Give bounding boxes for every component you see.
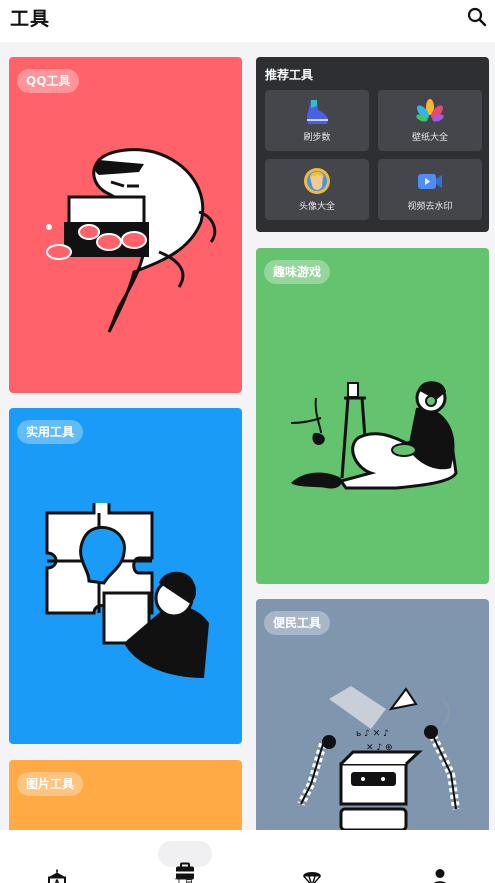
rec-item-wallpapers[interactable]: 壁纸大全 — [378, 90, 482, 151]
avatar-icon — [304, 168, 330, 194]
page-title: 工具 — [10, 8, 51, 30]
search-icon[interactable] — [466, 6, 488, 28]
puzzle-person-illustration — [45, 503, 209, 678]
fun-games-label: 趣味游戏 — [264, 260, 331, 284]
tab-circus[interactable] — [46, 853, 68, 883]
practical-tools-label: 实用工具 — [17, 420, 84, 444]
header: 工具 — [0, 0, 495, 42]
shark-illustration — [46, 148, 217, 333]
recommended-tools-panel: 推荐工具 刷步数 壁纸大全 头像大全 视频去水印 — [256, 57, 489, 232]
rec-item-label: 刷步数 — [303, 133, 331, 143]
qq-tools-label: QQ工具 — [17, 69, 80, 93]
flower-icon — [416, 99, 444, 122]
rec-item-label: 壁纸大全 — [411, 133, 448, 143]
svg-text:ь ♪ ✕ ♪: ь ♪ ✕ ♪ — [356, 729, 389, 739]
rec-item-label: 视频去水印 — [407, 202, 453, 212]
image-tools-label: 图片工具 — [17, 772, 84, 796]
image-tools-card[interactable]: 图片工具 — [9, 760, 242, 830]
gamer-illustration — [290, 381, 458, 490]
fun-games-card[interactable]: 趣味游戏 — [256, 248, 489, 584]
sneaker-icon — [307, 100, 328, 124]
convenience-tools-card[interactable]: 便民工具 ь ♪ ✕ ♪ ✕ ♪ ⊕ — [256, 599, 489, 830]
rec-item-step-count[interactable]: 刷步数 — [265, 90, 369, 151]
convenience-tools-label: 便民工具 — [264, 611, 331, 635]
rec-item-avatars[interactable]: 头像大全 — [265, 159, 369, 220]
parachute-icon — [303, 872, 321, 883]
person-icon — [434, 869, 446, 883]
circus-tent-icon — [48, 869, 66, 883]
video-camera-icon — [418, 174, 442, 189]
tab-profile[interactable] — [430, 852, 450, 883]
practical-tools-card[interactable]: 实用工具 — [9, 408, 242, 744]
tab-tools-label: 工具 — [174, 874, 194, 883]
tab-parachute[interactable] — [302, 852, 322, 883]
rec-item-label: 头像大全 — [298, 202, 335, 212]
bottom-tab-bar: 工具 — [0, 830, 495, 883]
recommended-tools-title: 推荐工具 — [265, 68, 314, 82]
rec-item-video-watermark[interactable]: 视频去水印 — [378, 159, 482, 220]
robot-box-illustration: ь ♪ ✕ ♪ ✕ ♪ ⊕ — [297, 686, 460, 830]
qq-tools-card[interactable]: QQ工具 — [9, 57, 242, 393]
